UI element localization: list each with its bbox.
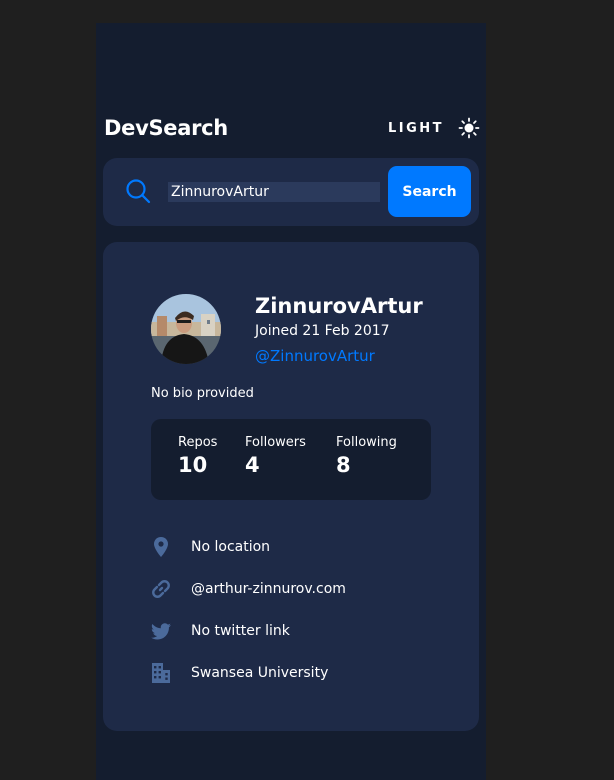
sun-icon [458,117,480,139]
building-icon [151,662,171,684]
search-bar: Search [103,158,479,226]
company-text: Swansea University [191,665,329,681]
stat-following: Following 8 [336,435,397,477]
search-icon [126,179,151,204]
theme-toggle-button[interactable]: LIGHT [388,117,480,139]
search-input[interactable] [168,182,380,202]
search-button[interactable]: Search [388,166,471,217]
user-bio: No bio provided [151,386,254,401]
app-header: DevSearch LIGHT [104,115,480,141]
location-row: No location [151,536,270,558]
app-logo: DevSearch [104,116,228,140]
twitter-text: No twitter link [191,623,290,639]
company-row: Swansea University [151,662,328,684]
browser-top-bar [0,0,614,23]
stat-label: Following [336,435,397,450]
stat-repos: Repos 10 [178,435,217,477]
user-name: ZinnurovArtur [255,294,423,318]
theme-toggle-label: LIGHT [387,120,444,136]
stat-followers: Followers 4 [245,435,306,477]
location-text: No location [191,539,271,555]
twitter-icon [151,620,171,642]
location-pin-icon [151,536,171,558]
stat-label: Repos [178,435,218,450]
stat-label: Followers [245,435,306,450]
joined-date: Joined 21 Feb 2017 [255,323,390,339]
twitter-row: No twitter link [151,620,290,642]
website-link[interactable]: @arthur-zinnurov.com [191,581,346,597]
stats-panel: Repos 10 Followers 4 Following 8 [151,419,431,500]
link-icon [151,578,171,600]
app-viewport: DevSearch LIGHT ZinnurovArtur Search Zin… [96,23,486,780]
stat-value: 4 [245,453,260,477]
stat-value: 10 [178,453,208,477]
stat-value: 8 [336,453,351,477]
profile-card: ZinnurovArtur Joined 21 Feb 2017 @Zinnur… [103,242,479,731]
website-row[interactable]: @arthur-zinnurov.com [151,578,346,600]
avatar-image [151,294,221,364]
user-login-link[interactable]: @ZinnurovArtur [255,347,375,365]
avatar [151,294,221,364]
